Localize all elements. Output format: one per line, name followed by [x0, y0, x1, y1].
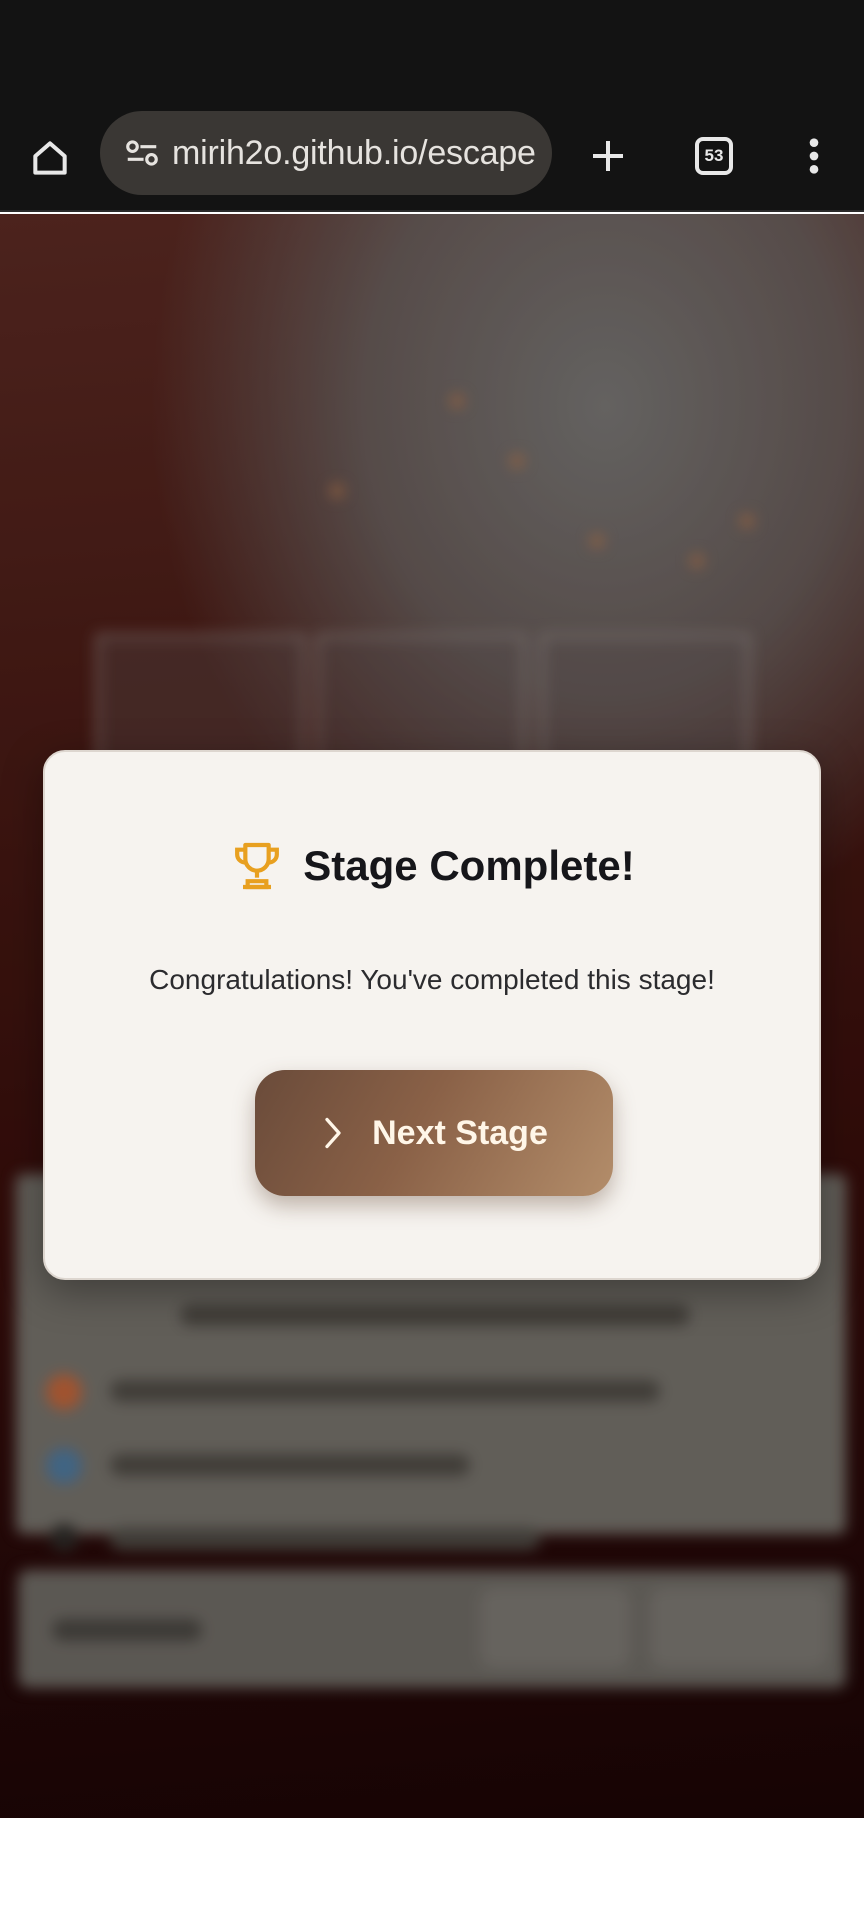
tab-count: 53	[704, 146, 724, 165]
screen: mirih2o.github.io/escape 53 Stage Comple…	[0, 0, 864, 1920]
address-bar[interactable]: mirih2o.github.io/escape	[100, 111, 552, 195]
more-vert-icon	[809, 138, 819, 174]
chevron-right-icon	[325, 1117, 341, 1149]
home-button[interactable]	[20, 128, 80, 188]
new-tab-button[interactable]	[578, 126, 638, 186]
site-settings-icon[interactable]	[114, 134, 170, 172]
home-icon	[33, 141, 67, 175]
bottom-blank	[0, 1818, 864, 1920]
dialog-title: Stage Complete!	[303, 842, 635, 889]
status-bar	[0, 0, 864, 104]
plus-icon	[593, 141, 623, 171]
dialog-header: Stage Complete!	[45, 838, 819, 894]
tab-switcher-button[interactable]: 53	[682, 124, 746, 188]
url-text: mirih2o.github.io/escape	[172, 133, 536, 172]
next-stage-label: Next Stage	[372, 1113, 548, 1152]
trophy-icon	[235, 842, 280, 890]
browser-toolbar: mirih2o.github.io/escape 53	[0, 104, 864, 212]
next-stage-button[interactable]: Next Stage	[255, 1070, 613, 1196]
dialog-message: Congratulations! You've completed this s…	[149, 964, 715, 995]
tab-switcher-icon: 53	[695, 137, 733, 175]
stage-complete-dialog: Stage Complete! Congratulations! You've …	[43, 750, 821, 1280]
more-menu-button[interactable]	[790, 126, 838, 186]
